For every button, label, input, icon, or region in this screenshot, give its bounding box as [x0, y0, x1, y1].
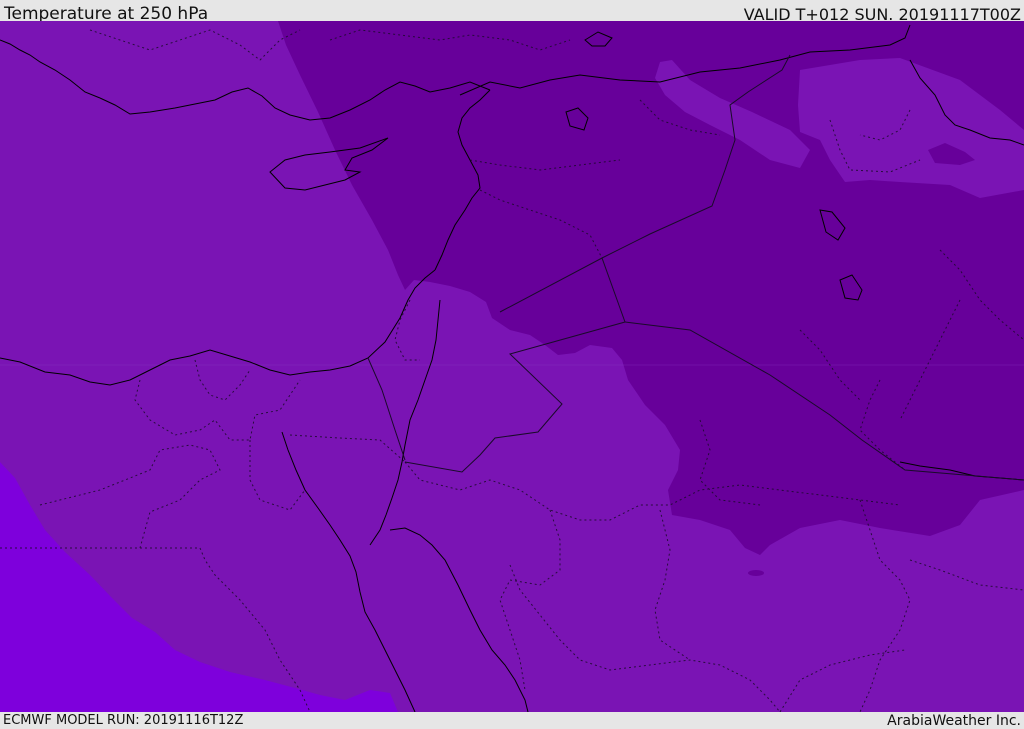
- temperature-band-spot: [748, 570, 764, 576]
- model-run-label: ECMWF MODEL RUN: 20191116T12Z: [3, 713, 244, 728]
- map-canvas: [0, 21, 1024, 712]
- temperature-map: [0, 21, 1024, 712]
- credit-label: ArabiaWeather Inc.: [887, 713, 1021, 729]
- footer-bar: ECMWF MODEL RUN: 20191116T12Z ArabiaWeat…: [0, 712, 1024, 729]
- map-frame: Temperature at 250 hPa VALID T+012 SUN. …: [0, 0, 1024, 729]
- header-bar: Temperature at 250 hPa VALID T+012 SUN. …: [0, 0, 1024, 24]
